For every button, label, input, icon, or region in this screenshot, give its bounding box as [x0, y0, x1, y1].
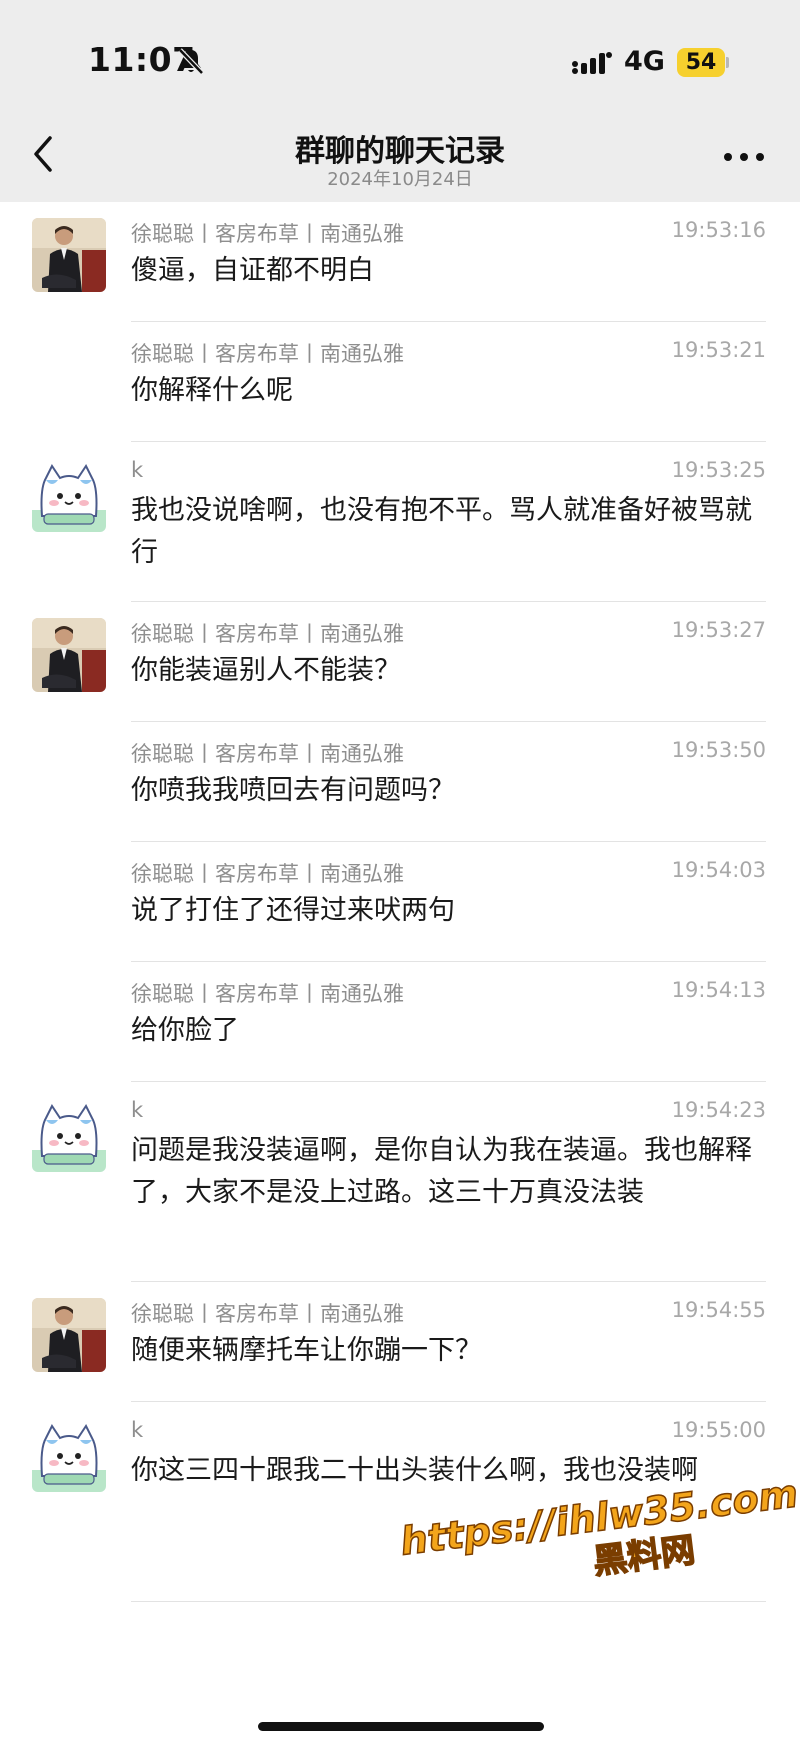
message-item[interactable]: 徐聪聪丨客房布草丨南通弘雅 19:53:50 你喷我我喷回去有问题吗？	[0, 722, 800, 842]
message-item[interactable]: k 19:54:23 问题是我没装逼啊，是你自认为我在装逼。我也解释了，大家不是没上…	[0, 1082, 800, 1282]
message-text: 我也没说啥啊，也没有抱不平。骂人就准备好被骂就行	[131, 495, 752, 568]
message-sender: k	[131, 1418, 144, 1442]
avatar-cat[interactable]	[32, 458, 106, 532]
message-time: 19:53:16	[671, 218, 766, 242]
message-list[interactable]: 徐聪聪丨客房布草丨南通弘雅 19:53:16 傻逼，自证都不明白 徐聪聪丨客房布草丨南…	[0, 202, 800, 1741]
page-subtitle-date: 2024年10月24日	[327, 169, 473, 190]
message-sender: 徐聪聪丨客房布草丨南通弘雅	[131, 862, 404, 886]
message-sender: 徐聪聪丨客房布草丨南通弘雅	[131, 982, 404, 1006]
battery-tip	[726, 57, 729, 68]
message-sender: 徐聪聪丨客房布草丨南通弘雅	[131, 742, 404, 766]
battery-indicator: 54	[677, 48, 725, 77]
message-time: 19:54:13	[671, 978, 766, 1002]
avatar-cat[interactable]	[32, 1098, 106, 1172]
message-text: 傻逼，自证都不明白	[131, 255, 374, 286]
home-indicator[interactable]	[258, 1722, 544, 1731]
message-time: 19:53:25	[671, 458, 766, 482]
signal-icon	[572, 52, 612, 74]
message-item[interactable]: 徐聪聪丨客房布草丨南通弘雅 19:54:03 说了打住了还得过来吠两句	[0, 842, 800, 962]
message-item[interactable]: 徐聪聪丨客房布草丨南通弘雅 19:53:21 你解释什么呢	[0, 322, 800, 442]
message-sender: 徐聪聪丨客房布草丨南通弘雅	[131, 1302, 404, 1326]
message-text: 你解释什么呢	[131, 375, 293, 406]
message-item[interactable]: 徐聪聪丨客房布草丨南通弘雅 19:54:55 随便来辆摩托车让你蹦一下？	[0, 1282, 800, 1402]
message-item[interactable]: 徐聪聪丨客房布草丨南通弘雅 19:53:16 傻逼，自证都不明白	[0, 202, 800, 322]
message-time: 19:53:50	[671, 738, 766, 762]
message-text: 问题是我没装逼啊，是你自认为我在装逼。我也解释了，大家不是没上过路。这三十万真没…	[131, 1135, 752, 1208]
message-sender: 徐聪聪丨客房布草丨南通弘雅	[131, 622, 404, 646]
header: 11:07 4G 54 群聊的聊天记录 2024年10月24日	[0, 0, 800, 202]
message-sender: k	[131, 458, 144, 482]
message-sender: k	[131, 1098, 144, 1122]
message-divider	[131, 1601, 766, 1602]
page-title: 群聊的聊天记录	[295, 134, 505, 169]
message-text: 说了打住了还得过来吠两句	[131, 895, 455, 926]
message-text: 你能装逼别人不能装？	[131, 655, 401, 686]
more-dots-icon[interactable]	[722, 150, 766, 164]
message-time: 19:53:21	[671, 338, 766, 362]
message-sender: 徐聪聪丨客房布草丨南通弘雅	[131, 222, 404, 246]
message-item[interactable]: 徐聪聪丨客房布草丨南通弘雅 19:54:13 给你脸了	[0, 962, 800, 1082]
message-time: 19:55:00	[671, 1418, 766, 1442]
message-item[interactable]: k 19:53:25 我也没说啥啊，也没有抱不平。骂人就准备好被骂就行	[0, 442, 800, 602]
message-item[interactable]: 徐聪聪丨客房布草丨南通弘雅 19:53:27 你能装逼别人不能装？	[0, 602, 800, 722]
avatar-man[interactable]	[32, 618, 106, 692]
message-time: 19:54:03	[671, 858, 766, 882]
message-time: 19:54:23	[671, 1098, 766, 1122]
avatar-cat[interactable]	[32, 1418, 106, 1492]
message-time: 19:54:55	[671, 1298, 766, 1322]
message-text: 你这三四十跟我二十出头装什么啊，我也没装啊	[131, 1455, 698, 1486]
message-time: 19:53:27	[671, 618, 766, 642]
network-label: 4G	[624, 46, 665, 77]
avatar-man[interactable]	[32, 218, 106, 292]
message-text: 给你脸了	[131, 1015, 239, 1046]
message-text: 你喷我我喷回去有问题吗？	[131, 775, 455, 806]
message-text: 随便来辆摩托车让你蹦一下？	[131, 1335, 482, 1366]
avatar-man[interactable]	[32, 1298, 106, 1372]
bell-slash-icon	[178, 48, 204, 75]
message-sender: 徐聪聪丨客房布草丨南通弘雅	[131, 342, 404, 366]
message-item[interactable]: k 19:55:00 你这三四十跟我二十出头装什么啊，我也没装啊	[0, 1402, 800, 1602]
